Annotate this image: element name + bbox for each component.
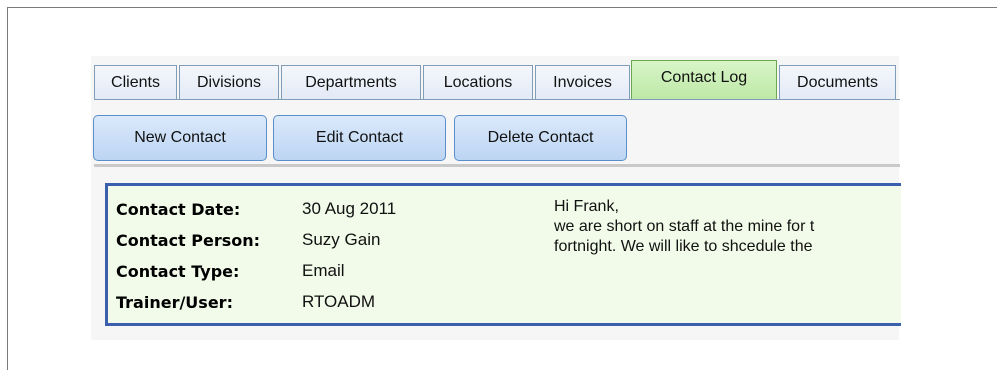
tab-clients[interactable]: Clients: [94, 65, 177, 100]
contact-type-label: Contact Type:: [116, 261, 240, 281]
contact-date-label: Contact Date:: [116, 199, 241, 219]
contact-type-value: Email: [302, 261, 345, 280]
trainer-user-row: Trainer/User: RTOADM: [116, 289, 375, 315]
contact-note: Hi Frank, we are short on staff at the m…: [554, 197, 901, 257]
contact-note-line: we are short on staff at the mine for t: [554, 218, 815, 235]
edit-contact-button[interactable]: Edit Contact: [273, 115, 446, 161]
tab-invoices[interactable]: Invoices: [535, 65, 630, 100]
toolbar-divider: [94, 164, 900, 167]
contact-note-line: Hi Frank,: [554, 198, 619, 215]
contact-note-line: fortnight. We will like to shcedule the: [554, 238, 813, 255]
delete-contact-button[interactable]: Delete Contact: [454, 115, 627, 161]
contact-date-value: 30 Aug 2011: [302, 199, 397, 218]
contact-detail-card[interactable]: Contact Date: 30 Aug 2011 Contact Person…: [105, 183, 901, 326]
contact-person-value: Suzy Gain: [302, 230, 381, 249]
tab-divider: [94, 99, 900, 100]
contact-person-row: Contact Person: Suzy Gain: [116, 227, 380, 253]
contact-type-row: Contact Type: Email: [116, 258, 345, 284]
trainer-user-label: Trainer/User:: [116, 292, 233, 312]
tab-locations[interactable]: Locations: [423, 65, 533, 100]
contact-person-label: Contact Person:: [116, 230, 261, 250]
tab-bar: Clients Divisions Departments Locations …: [94, 60, 900, 110]
tab-contact-log[interactable]: Contact Log: [631, 60, 777, 100]
tab-documents[interactable]: Documents: [779, 65, 896, 100]
new-contact-button[interactable]: New Contact: [93, 115, 267, 161]
trainer-user-value: RTOADM: [302, 292, 376, 311]
contact-date-row: Contact Date: 30 Aug 2011: [116, 196, 396, 222]
tab-divisions[interactable]: Divisions: [179, 65, 279, 100]
tab-departments[interactable]: Departments: [281, 65, 421, 100]
